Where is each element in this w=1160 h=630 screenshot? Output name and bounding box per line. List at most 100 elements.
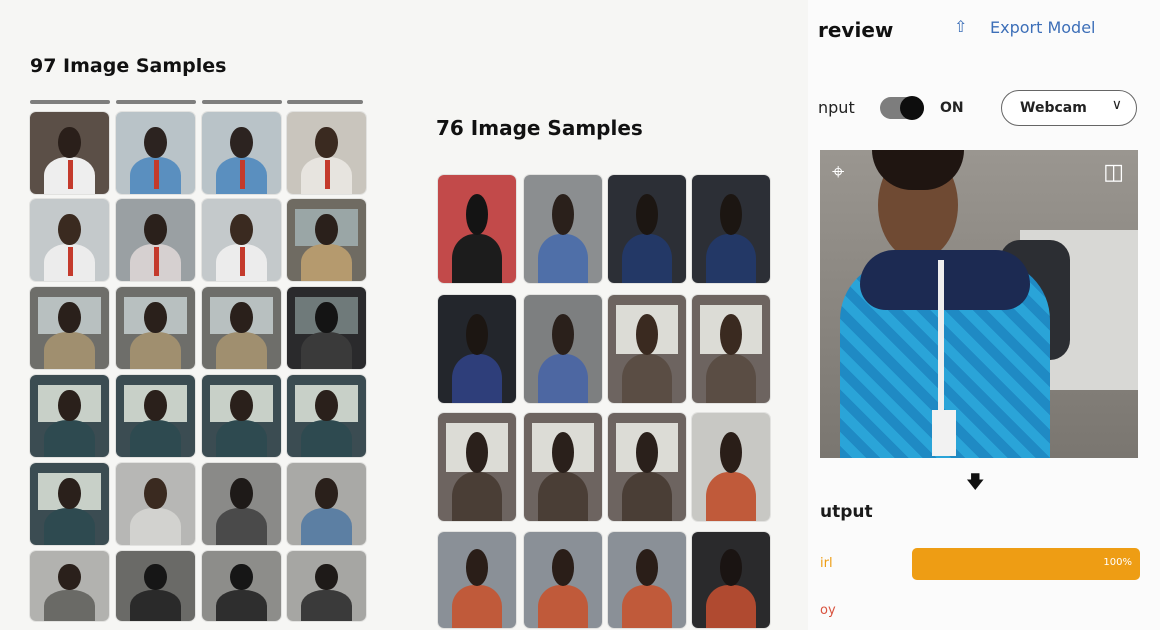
- sample-thumbnail[interactable]: [202, 551, 281, 621]
- sample-thumbnail[interactable]: [116, 375, 195, 457]
- sample-thumbnail[interactable]: [30, 463, 109, 545]
- sample-thumbnail[interactable]: [692, 175, 770, 283]
- thumbnail-person-body: [130, 508, 181, 545]
- webcam-select[interactable]: Webcam ∨: [1001, 90, 1137, 126]
- sample-thumbnail[interactable]: [202, 112, 281, 194]
- thumbnail-person-head: [552, 549, 574, 586]
- cam-id-card: [932, 410, 956, 456]
- sample-thumbnail[interactable]: [287, 463, 366, 545]
- webcam-feed: ⌖ ◫: [820, 150, 1138, 458]
- sample-thumbnail[interactable]: [30, 551, 109, 621]
- thumbnail-person-body: [301, 420, 352, 457]
- sample-thumbnail[interactable]: [30, 112, 109, 194]
- sample-thumbnail[interactable]: [524, 532, 602, 628]
- sample-thumbnail[interactable]: [438, 532, 516, 628]
- sample-thumbnail[interactable]: [30, 375, 109, 457]
- thumbnail-person-body: [216, 420, 267, 457]
- sample-thumbnail[interactable]: [692, 295, 770, 403]
- output-title: utput: [820, 502, 873, 522]
- thumbnail-person-head: [552, 432, 574, 474]
- thumbnail-person-body: [216, 508, 267, 545]
- thumbnail-person-body: [301, 508, 352, 545]
- sample-thumbnail[interactable]: [202, 463, 281, 545]
- thumbnail-person-head: [58, 563, 81, 591]
- confidence-percent-girl: 100%: [1103, 557, 1132, 568]
- thumbnail-person-head: [230, 477, 253, 509]
- thumbnail-person-body: [216, 332, 267, 369]
- thumbnail-person-body: [622, 472, 672, 521]
- thumbnail-person-body: [622, 234, 672, 283]
- sample-thumbnail[interactable]: [287, 199, 366, 281]
- sample-thumbnail[interactable]: [692, 413, 770, 521]
- sample-thumbnail[interactable]: [608, 175, 686, 283]
- sample-thumbnail[interactable]: [608, 413, 686, 521]
- thumbnail-person-body: [44, 332, 95, 369]
- dataset-panel-1: 97 Image Samples: [0, 0, 400, 630]
- sample-thumbnail[interactable]: [116, 551, 195, 621]
- thumbnail-person-body: [706, 234, 756, 283]
- input-label: nput: [818, 98, 855, 117]
- sample-thumbnail[interactable]: [116, 199, 195, 281]
- thumbnail-person-head: [58, 389, 81, 421]
- thumbnail-person-body: [452, 472, 502, 521]
- thumbnail-person-body: [44, 420, 95, 457]
- thumbnail-person-body: [130, 332, 181, 369]
- sample-thumbnail[interactable]: [116, 112, 195, 194]
- thumbnail-person-head: [144, 477, 167, 509]
- thumbnail-person-body: [706, 472, 756, 521]
- export-icon: ⇧: [954, 17, 968, 36]
- sample-thumbnail[interactable]: [202, 287, 281, 369]
- sample-thumbnail[interactable]: [438, 413, 516, 521]
- thumbnail-person-head: [636, 432, 658, 474]
- thumbnail-person-body: [538, 584, 588, 628]
- sample-thumbnail[interactable]: [608, 532, 686, 628]
- sample-thumbnail[interactable]: [202, 375, 281, 457]
- crop-icon[interactable]: ⌖: [832, 160, 844, 185]
- sample-thumbnail[interactable]: [116, 463, 195, 545]
- flip-icon[interactable]: ◫: [1103, 160, 1124, 185]
- sample-thumbnail[interactable]: [202, 199, 281, 281]
- thumbnail-person-body: [622, 354, 672, 403]
- thumbnail-person-body: [44, 508, 95, 545]
- thumbnail-person-head: [315, 477, 338, 509]
- thumbnail-tie: [67, 246, 73, 277]
- thumbnail-person-head: [315, 563, 338, 591]
- sample-thumbnail[interactable]: [524, 413, 602, 521]
- thumbnail-person-head: [230, 563, 253, 591]
- thumbnail-person-head: [720, 549, 742, 586]
- sample-thumbnail[interactable]: [30, 287, 109, 369]
- thumbnail-person-head: [144, 126, 167, 158]
- thumbnail-person-head: [636, 314, 658, 356]
- thumbnail-person-body: [538, 354, 588, 403]
- arrow-down-icon: 🡇: [966, 472, 985, 493]
- thumbnail-person-body: [44, 589, 95, 621]
- sample-thumbnail[interactable]: [524, 295, 602, 403]
- sample-thumbnail[interactable]: [30, 199, 109, 281]
- cam-person-collar: [860, 250, 1030, 310]
- thumbnail-person-head: [315, 126, 338, 158]
- toggle-state-label: ON: [940, 100, 964, 116]
- sample-thumbnail[interactable]: [287, 551, 366, 621]
- sample-thumbnail[interactable]: [524, 175, 602, 283]
- sample-thumbnail[interactable]: [438, 295, 516, 403]
- thumbnail-person-body: [130, 420, 181, 457]
- sample-thumbnail[interactable]: [692, 532, 770, 628]
- input-toggle[interactable]: [880, 96, 924, 120]
- sample-thumbnail[interactable]: [287, 375, 366, 457]
- thumbnail-person-head: [552, 194, 574, 236]
- sample-thumbnail[interactable]: [287, 112, 366, 194]
- thumbnail-person-head: [552, 314, 574, 356]
- sample-thumbnail[interactable]: [438, 175, 516, 283]
- dataset-panel-2: 76 Image Samples: [420, 0, 790, 630]
- thumbnail-person-body: [538, 472, 588, 521]
- thumbnail-person-body: [216, 589, 267, 621]
- sample-thumbnail[interactable]: [608, 295, 686, 403]
- thumbnail-person-body: [538, 234, 588, 283]
- thumbnail-person-head: [58, 213, 81, 245]
- thumbnail-person-head: [230, 213, 253, 245]
- thumbnail-person-body: [706, 354, 756, 403]
- sample-thumbnail[interactable]: [287, 287, 366, 369]
- sample-thumbnail[interactable]: [116, 287, 195, 369]
- export-model-button[interactable]: ⇧ Export Model: [954, 17, 1096, 37]
- thumbnail-tie: [153, 159, 159, 190]
